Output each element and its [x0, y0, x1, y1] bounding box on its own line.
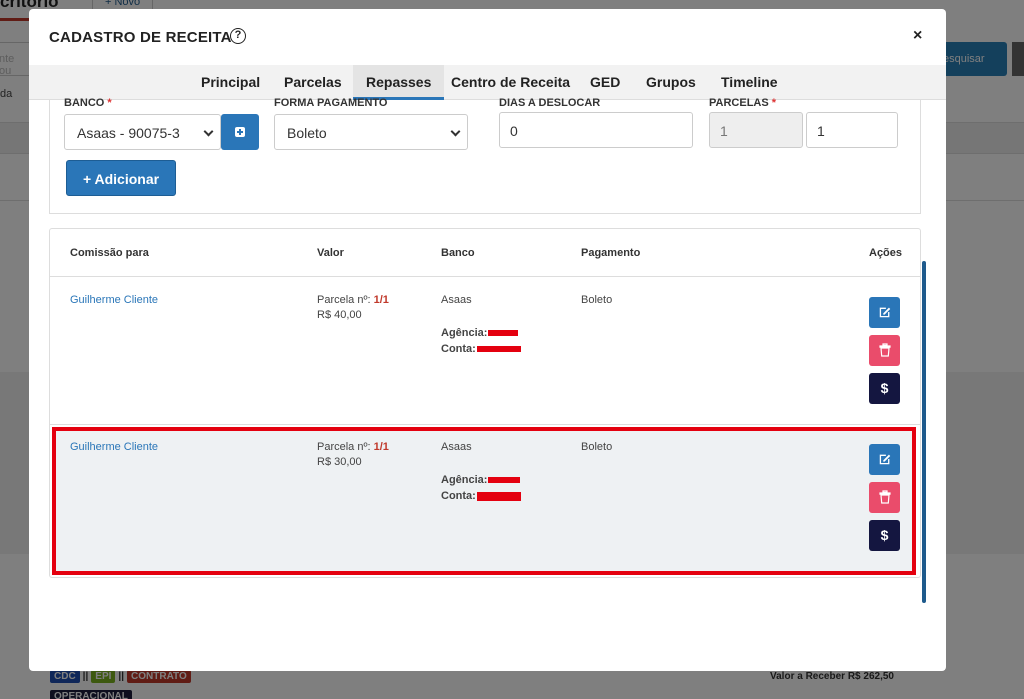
modal-title: CADASTRO DE RECEITA	[49, 29, 232, 46]
agencia-cell: Agência:	[441, 474, 521, 486]
tab-repasses[interactable]: Repasses	[353, 65, 445, 100]
pay-button[interactable]: $	[869, 373, 900, 404]
header-pagamento: Pagamento	[581, 247, 641, 259]
modal-header: CADASTRO DE RECEITA ? ×	[29, 9, 946, 63]
banco-select-value: Asaas - 90075-3	[77, 125, 180, 141]
add-repasse-button[interactable]: + Adicionar	[66, 160, 176, 196]
parcelas-disabled-input: 1	[709, 112, 803, 148]
header-acoes: Ações	[869, 247, 903, 259]
parcela-info: Parcela nº: 1/1	[317, 441, 389, 453]
redaction	[488, 477, 521, 484]
trash-icon	[878, 343, 891, 357]
header-comissao: Comissão para	[70, 247, 149, 259]
agencia-cell: Agência:	[441, 327, 519, 339]
forma-pagamento-value: Boleto	[287, 125, 327, 141]
banco-select[interactable]: Asaas - 90075-3	[64, 114, 221, 150]
close-icon[interactable]: ×	[913, 27, 922, 45]
comissao-link[interactable]: Guilherme Cliente	[70, 294, 158, 306]
pagamento-cell: Boleto	[581, 441, 613, 453]
pay-button[interactable]: $	[869, 520, 900, 551]
table-row-highlighted: Guilherme Cliente Parcela nº: 1/1 R$ 30,…	[52, 427, 916, 575]
valor-cell: R$ 40,00	[317, 309, 362, 321]
chevron-down-icon	[450, 126, 461, 137]
forma-pagamento-select[interactable]: Boleto	[274, 114, 468, 150]
conta-cell: Conta:	[441, 343, 521, 355]
banco-label: BANCO *	[64, 97, 112, 109]
delete-button[interactable]	[869, 482, 900, 513]
forma-pagamento-label: FORMA PAGAMENTO	[274, 97, 388, 109]
parcelas-input[interactable]: 1	[806, 112, 898, 148]
plus-square-icon	[235, 127, 245, 137]
help-icon[interactable]: ?	[230, 28, 246, 44]
trash-icon	[878, 490, 891, 504]
header-valor: Valor	[317, 247, 344, 259]
edit-button[interactable]	[869, 444, 900, 475]
repasses-table: Comissão para Valor Banco Pagamento Açõe…	[49, 228, 921, 578]
tab-principal[interactable]: Principal	[201, 74, 260, 100]
edit-button[interactable]	[869, 297, 900, 328]
comissao-link[interactable]: Guilherme Cliente	[70, 441, 158, 453]
dias-deslocar-input[interactable]: 0	[499, 112, 693, 148]
edit-icon	[879, 307, 890, 318]
edit-icon	[879, 454, 890, 465]
chevron-down-icon	[203, 126, 214, 137]
valor-cell: R$ 30,00	[317, 456, 362, 468]
tab-grupos[interactable]: Grupos	[646, 74, 696, 100]
modal-tabs: Principal Parcelas Repasses Centro de Re…	[29, 65, 946, 100]
add-bank-button[interactable]	[221, 114, 259, 150]
parcela-info: Parcela nº: 1/1	[317, 294, 389, 306]
redaction	[476, 346, 521, 353]
redaction	[476, 491, 521, 501]
table-row: Guilherme Cliente Parcela nº: 1/1 R$ 40,…	[50, 277, 920, 425]
redaction	[488, 330, 519, 337]
banco-cell: Asaas	[441, 441, 472, 453]
delete-button[interactable]	[869, 335, 900, 366]
cadastro-receita-modal: CADASTRO DE RECEITA ? × Principal Parcel…	[29, 9, 946, 671]
table-scrollbar[interactable]	[922, 261, 926, 603]
pagamento-cell: Boleto	[581, 294, 613, 306]
dias-deslocar-label: DIAS A DESLOCAR	[499, 97, 601, 109]
conta-cell: Conta:	[441, 490, 521, 502]
banco-cell: Asaas	[441, 294, 472, 306]
parcelas-label: PARCELAS *	[709, 97, 777, 109]
header-banco: Banco	[441, 247, 475, 259]
